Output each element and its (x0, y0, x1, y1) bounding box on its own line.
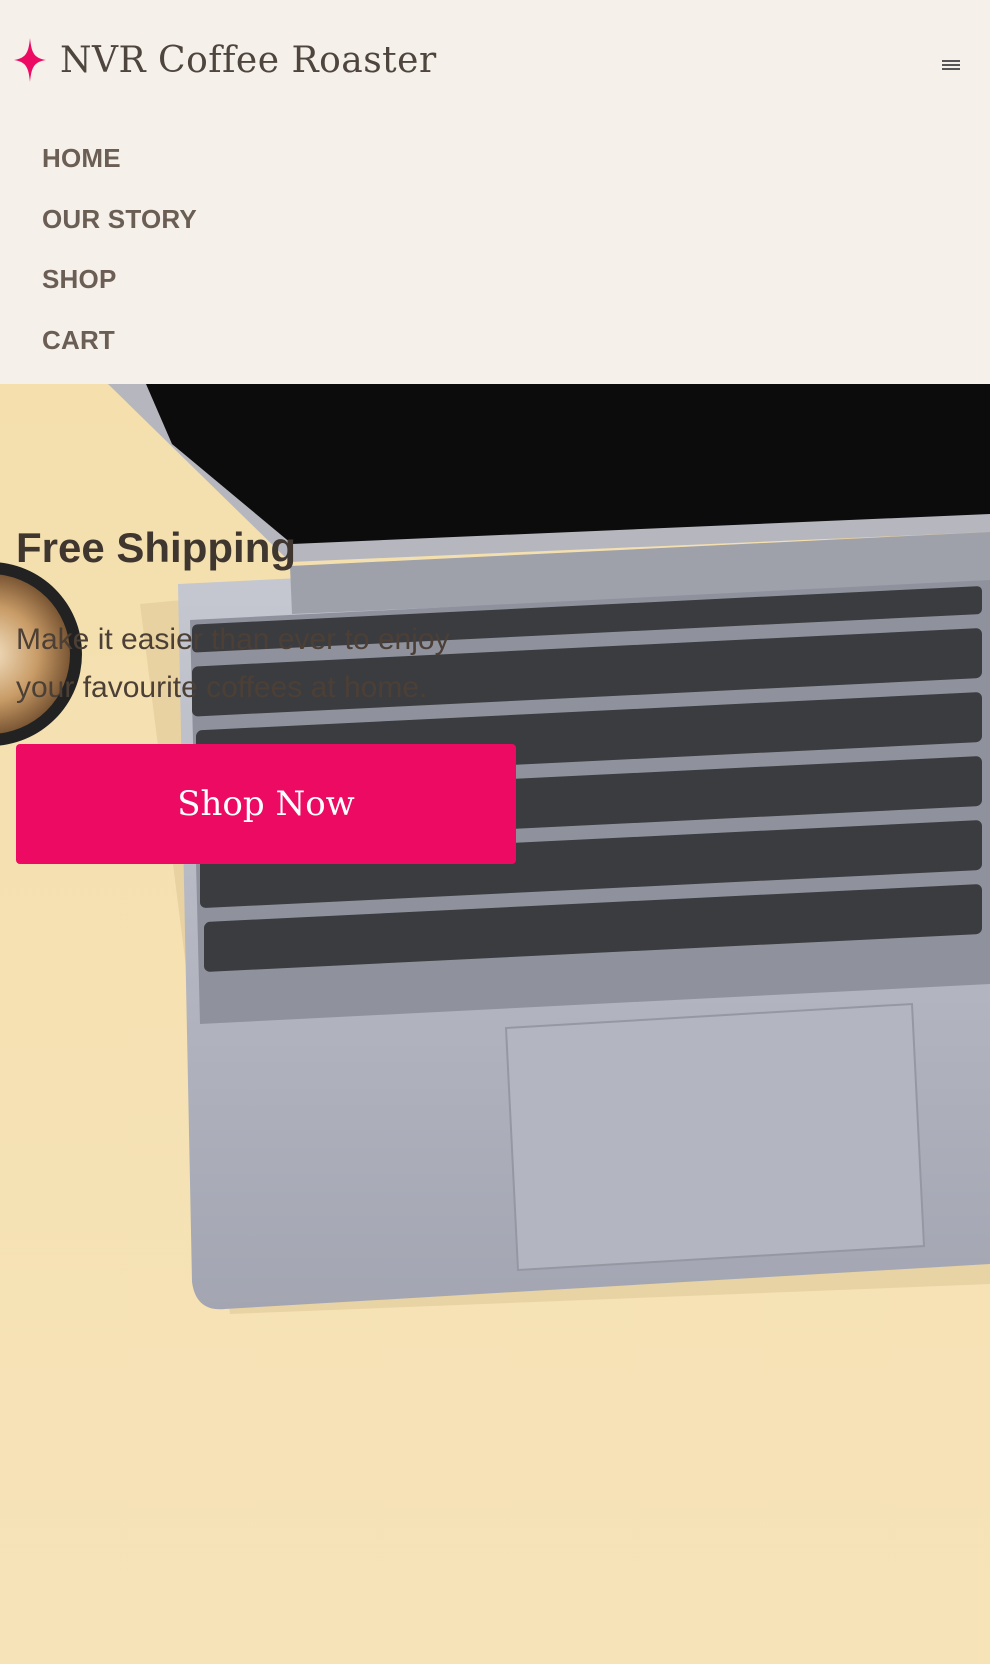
laptop-coffee-image (0, 384, 990, 1314)
four-point-star-icon (14, 38, 46, 82)
hero-banner: Free Shipping Make it easier than ever t… (0, 384, 990, 1664)
brand-name: NVR Coffee Roaster (60, 39, 437, 81)
main-nav: HOME OUR STORY SHOP CART (42, 138, 197, 380)
nav-item-home[interactable]: HOME (42, 138, 197, 199)
site-header: NVR Coffee Roaster HOME OUR STORY SHOP C… (0, 0, 990, 384)
hamburger-menu-icon[interactable] (942, 58, 960, 72)
brand-logo[interactable]: NVR Coffee Roaster (14, 38, 437, 82)
nav-item-our-story[interactable]: OUR STORY (42, 199, 197, 260)
shop-now-button[interactable]: Shop Now (16, 744, 516, 864)
hero-subtitle: Make it easier than ever to enjoy your f… (16, 623, 450, 704)
hero-title: Free Shipping (16, 524, 297, 571)
nav-item-shop[interactable]: SHOP (42, 259, 197, 320)
nav-item-cart[interactable]: CART (42, 320, 197, 381)
